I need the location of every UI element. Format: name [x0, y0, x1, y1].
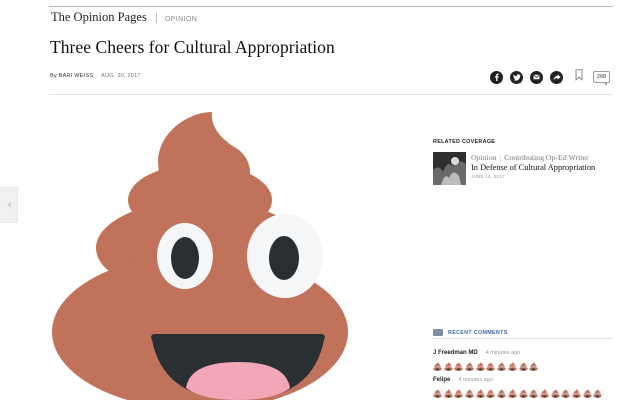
- comment-author[interactable]: J Freedman MD: [433, 350, 478, 356]
- poo-emoji-icon: [497, 389, 506, 398]
- comments-count-button[interactable]: 268: [593, 71, 610, 86]
- poo-emoji-icon: [550, 389, 560, 398]
- share-tools: 268: [490, 68, 610, 86]
- related-coverage-title: RELATED COVERAGE: [433, 139, 496, 145]
- poo-emoji-icon: [465, 389, 474, 398]
- related-date: JUNE 14, 2017: [471, 174, 505, 179]
- bookmark-icon[interactable]: [575, 68, 583, 86]
- email-icon[interactable]: [530, 70, 543, 84]
- recent-comments-divider: [433, 338, 613, 339]
- top-rule: [49, 6, 613, 7]
- section-kicker-link[interactable]: OPINION: [165, 16, 197, 23]
- comment-item[interactable]: Felipe 4 minutes ago: [433, 368, 604, 398]
- masthead-separator: [155, 12, 157, 23]
- poo-emoji-icon: [529, 389, 538, 398]
- comment-item[interactable]: J Freedman MD 4 minutes ago: [433, 341, 540, 371]
- previous-article-tab[interactable]: [0, 187, 18, 223]
- comment-bubble-icon: [433, 329, 443, 336]
- publish-date: AUG. 30, 2017: [101, 73, 141, 79]
- poo-emoji-icon: [518, 389, 528, 398]
- related-kicker-sub: Contributing Op-Ed Writer: [504, 153, 589, 162]
- masthead: The Opinion Pages OPINION: [51, 10, 197, 25]
- poo-emoji-icon: [486, 389, 496, 398]
- related-article[interactable]: Opinion | Contributing Op-Ed Writer In Def…: [433, 152, 595, 185]
- article-headline: Three Cheers for Cultural Appropriation: [50, 37, 335, 57]
- chevron-left-icon: [6, 201, 11, 209]
- poo-emoji-icon: [561, 389, 570, 398]
- recent-comments-title[interactable]: RECENT COMMENTS: [448, 330, 508, 336]
- related-kicker: Opinion | Contributing Op-Ed Writer: [471, 153, 595, 162]
- comment-time: 4 minutes ago: [458, 377, 493, 383]
- section-name-link[interactable]: The Opinion Pages: [51, 10, 147, 25]
- left-eye: [157, 223, 213, 289]
- recent-comments-header: RECENT COMMENTS: [433, 329, 613, 336]
- poo-emoji-icon: [582, 389, 592, 398]
- meta-divider: [49, 94, 613, 95]
- comment-time: 4 minutes ago: [485, 350, 521, 356]
- facebook-icon[interactable]: [490, 70, 503, 84]
- byline[interactable]: By BARI WEISS: [50, 73, 93, 79]
- twitter-icon[interactable]: [510, 70, 523, 84]
- article-meta: By BARI WEISS AUG. 30, 2017: [50, 73, 141, 79]
- poo-emoji-icon: [433, 389, 442, 398]
- related-thumbnail[interactable]: [433, 152, 466, 185]
- comment-emoji-row: [433, 389, 604, 398]
- poo-emoji-icon: [593, 389, 603, 398]
- poo-emoji-icon: [454, 389, 464, 398]
- share-arrow-icon[interactable]: [550, 70, 563, 84]
- poo-emoji-illustration: [52, 112, 348, 400]
- comment-author[interactable]: Felipe: [433, 377, 450, 383]
- related-headline-link[interactable]: In Defense of Cultural Appropriation: [471, 163, 595, 172]
- poo-emoji-icon: [572, 389, 581, 398]
- kicker-separator: |: [499, 153, 502, 162]
- poo-emoji-icon: [540, 389, 549, 398]
- poo-emoji-icon: [476, 389, 485, 398]
- poo-emoji-icon: [443, 389, 453, 398]
- poo-emoji-icon: [508, 389, 517, 398]
- related-kicker-opinion: Opinion: [471, 153, 497, 162]
- right-eye: [247, 214, 323, 298]
